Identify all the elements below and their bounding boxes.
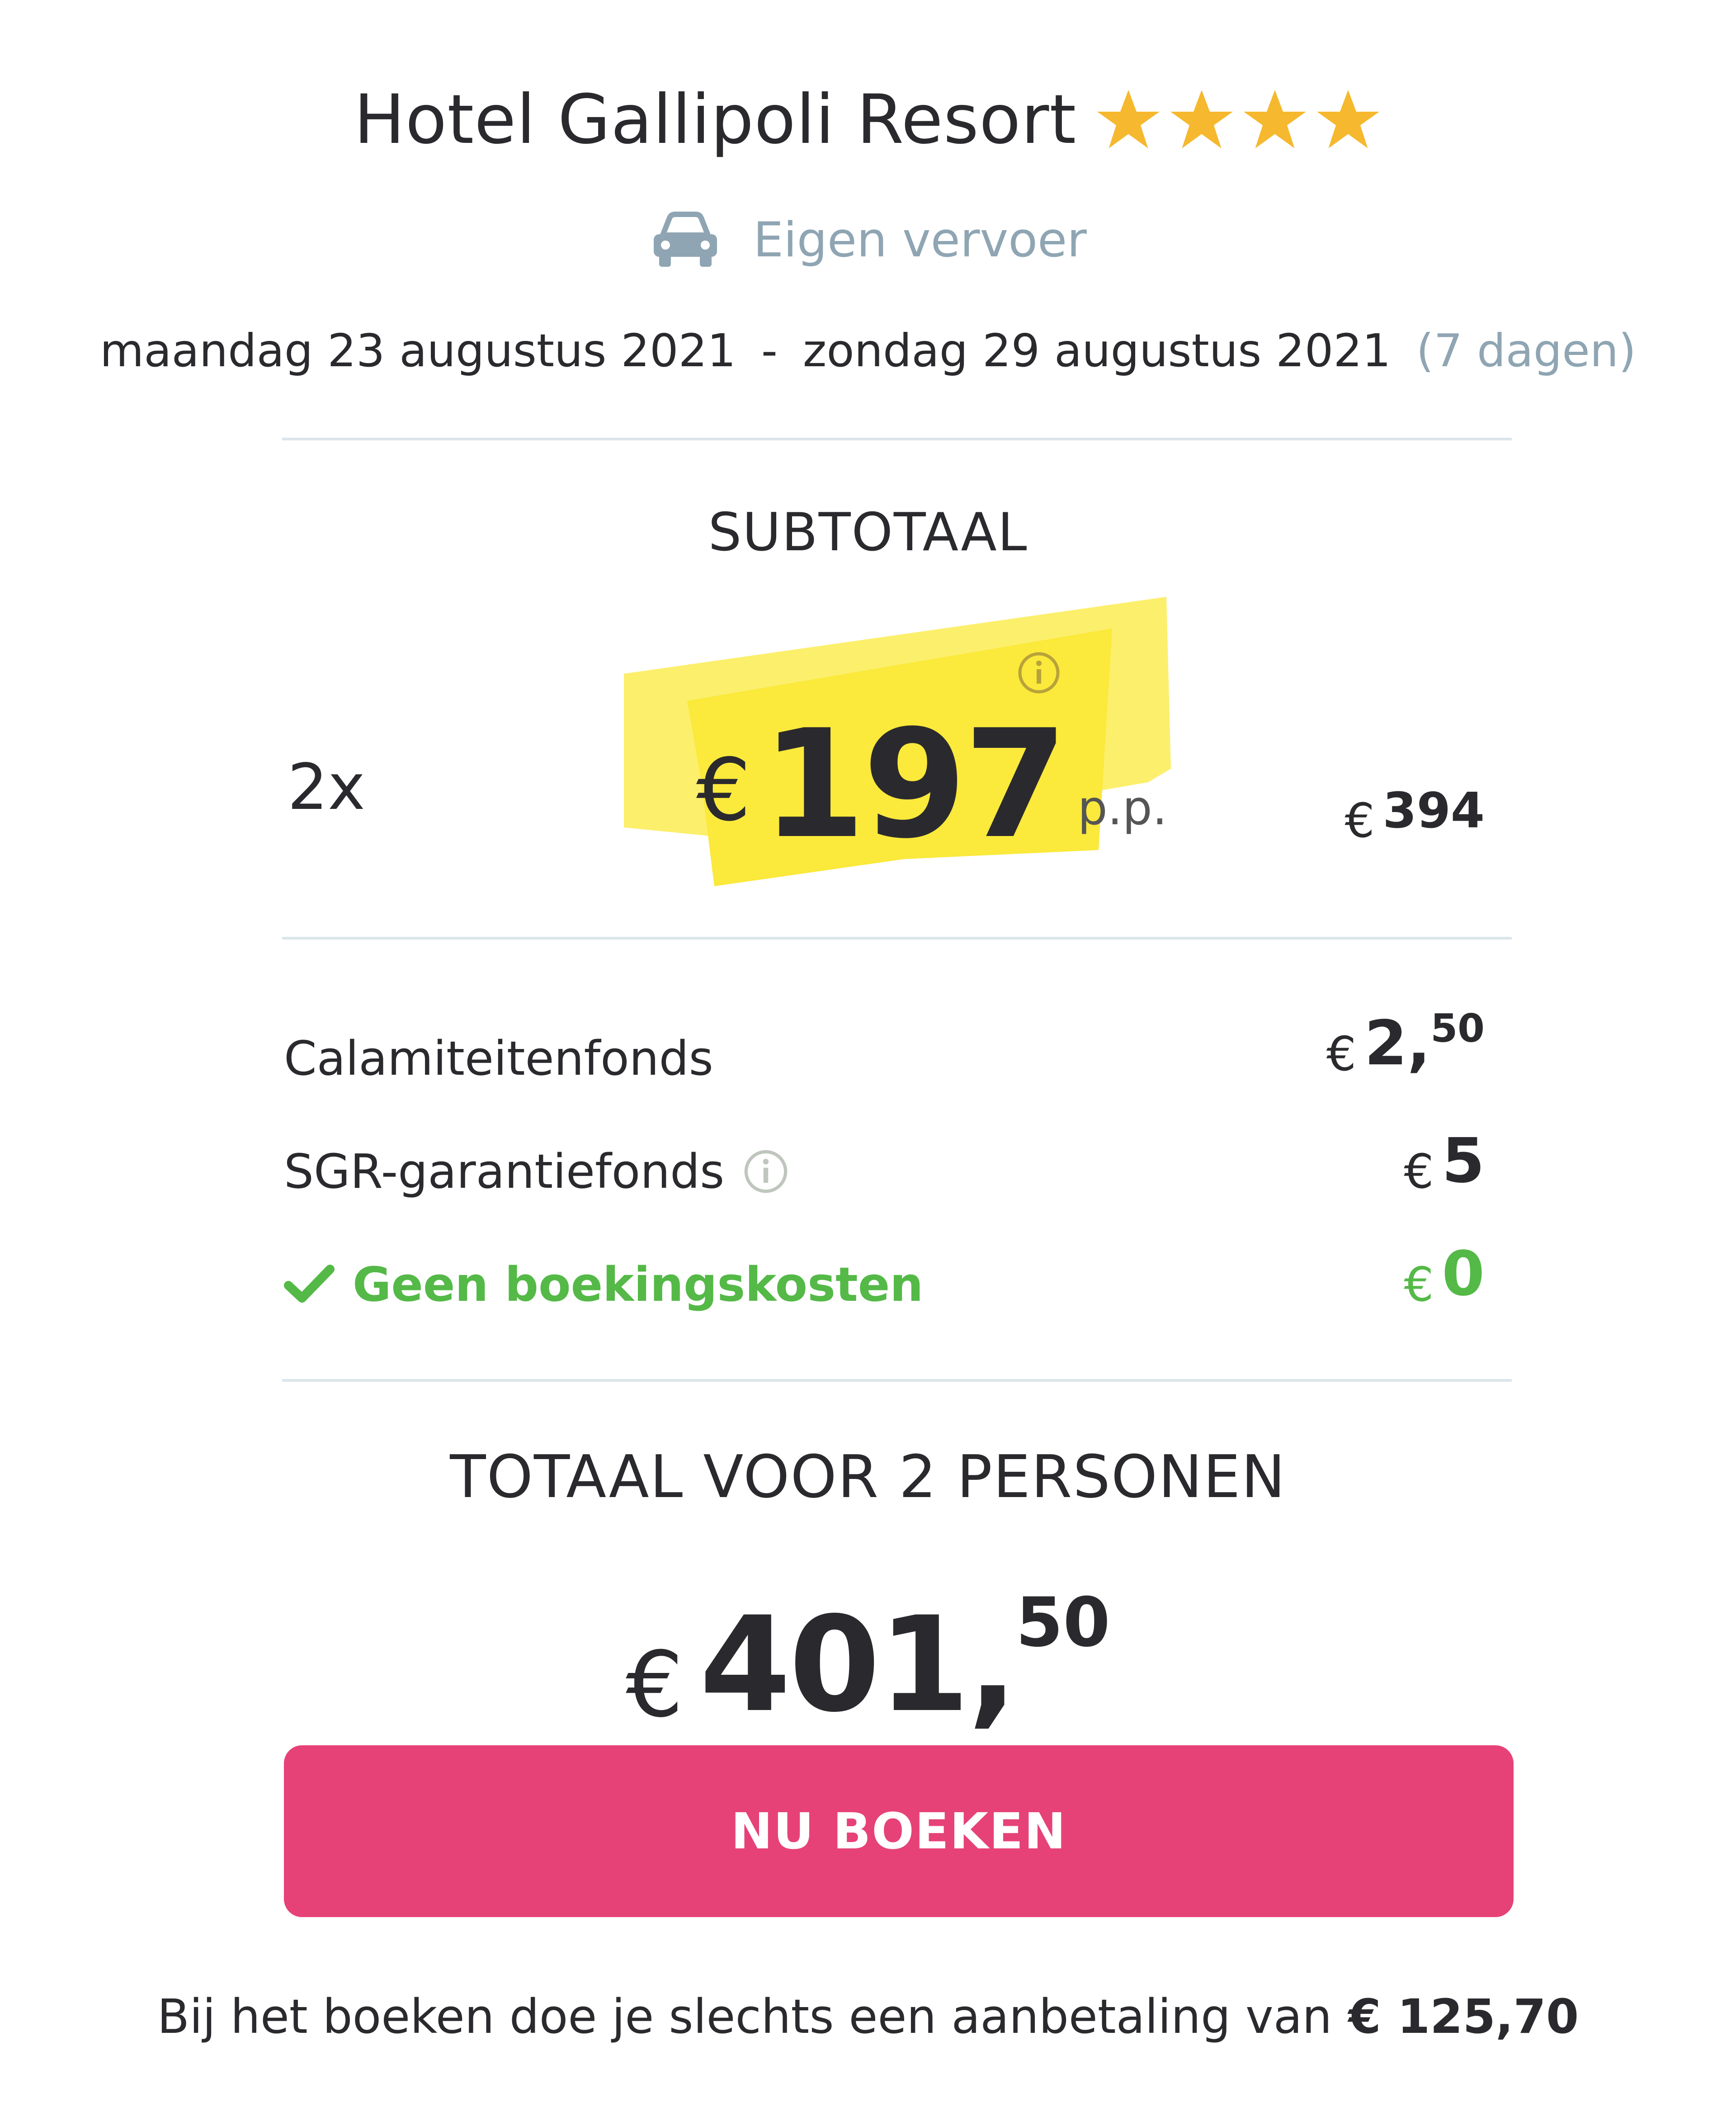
info-icon[interactable] [742,1148,789,1195]
fee-label-calamiteitenfonds: Calamiteitenfonds [284,1031,713,1086]
car-icon [654,212,717,267]
fee-label-text: SGR-garantiefonds [284,1144,725,1199]
subtotal-total: 394 [1382,783,1485,839]
total-title: TOTAAL VOOR 2 PERSONEN [450,1442,1286,1511]
check-icon [284,1265,335,1303]
divider [282,1379,1512,1382]
fee-currency: € [1326,1026,1357,1082]
book-now-button[interactable]: NU BOEKEN [284,1745,1514,1917]
subtotal-amount: € 394 [1344,783,1485,849]
transport-label: Eigen vervoer [753,212,1087,268]
price-per-person: € 197 p.p. [696,678,1167,859]
date-separator: - [761,324,778,377]
price-per-person-amount: 197 [761,698,1068,871]
fee-amount: 5 [1442,1125,1485,1197]
fee-label-text: Calamiteitenfonds [284,1031,713,1086]
deposit-text: Bij het boeken doe je slechts een aanbet… [157,1989,1332,2044]
travel-dates: maandag 23 augustus 2021 - zondag 29 aug… [0,312,1736,389]
fee-label-text: Geen boekingskosten [353,1257,924,1312]
star-icon [1244,90,1307,148]
star-icon [1317,90,1380,148]
hotel-name: Hotel Gallipoli Resort [354,80,1077,159]
divider [282,937,1512,940]
trip-duration: (7 dagen) [1416,324,1637,377]
fee-amount: 0 [1442,1238,1485,1310]
total-price: € 401, 50 [0,1583,1736,1741]
date-to: zondag 29 augustus 2021 [802,324,1391,377]
fee-amount-sgr: € 5 [1404,1130,1485,1199]
divider [282,438,1512,440]
total-currency: € [626,1632,684,1738]
price-currency: € [696,740,751,840]
deposit-amount: € 125,70 [1348,1989,1579,2044]
date-from: maandag 23 augustus 2021 [99,324,736,377]
subtotal-title: SUBTOTAAL [708,502,1028,563]
deposit-note: Bij het boeken doe je slechts een aanbet… [0,1980,1736,2053]
star-rating [1094,86,1382,154]
hotel-title-row: Hotel Gallipoli Resort [0,68,1736,172]
fee-currency: € [1404,1257,1434,1312]
per-person-label: p.p. [1077,780,1167,836]
fee-currency: € [1404,1144,1434,1199]
fee-amount: 2, [1364,1008,1431,1079]
fee-amount-booking: € 0 [1404,1243,1485,1312]
total-amount: 401, [699,1589,1018,1741]
fee-amount-calamiteitenfonds: € 2, 50 [1326,1008,1485,1082]
star-icon [1170,90,1233,148]
star-icon [1097,90,1160,148]
fee-label-booking: Geen boekingskosten [284,1257,923,1312]
person-count: 2x [288,751,365,824]
fee-cents: 50 [1430,1006,1485,1051]
transport-row: Eigen vervoer [0,199,1736,280]
total-cents: 50 [1016,1583,1110,1662]
fee-label-sgr: SGR-garantiefonds [284,1144,789,1199]
subtotal-currency: € [1344,793,1375,848]
